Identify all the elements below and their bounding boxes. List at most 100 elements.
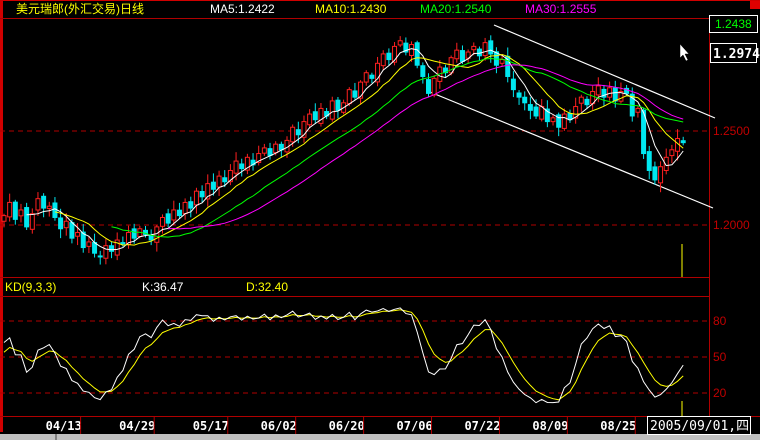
candle-up	[635, 107, 641, 113]
candle-down	[369, 74, 375, 79]
candle-down	[109, 245, 115, 252]
candle-down	[52, 202, 58, 218]
candle-up	[329, 100, 335, 120]
candle-up	[539, 106, 545, 120]
candle-down	[295, 129, 301, 136]
candle-down	[267, 148, 273, 156]
candle-up	[273, 143, 279, 154]
candle-down	[584, 98, 590, 106]
x-tick-label: 05/17	[193, 419, 229, 433]
candle-down	[567, 113, 573, 121]
candle-down	[165, 213, 171, 224]
candle-up	[46, 205, 52, 210]
candle-up	[35, 198, 41, 211]
candle-up	[18, 209, 24, 217]
candle-up	[397, 40, 403, 46]
chart-title: 美元瑞郎(外汇交易)日线	[16, 1, 144, 16]
candle-down	[120, 242, 126, 245]
candle-up	[193, 190, 199, 206]
candle-up	[75, 232, 81, 237]
candle-down	[12, 201, 18, 220]
x-tick-label: 04/13	[46, 419, 82, 433]
kd-tick-label: 20	[713, 386, 727, 400]
candle-down	[41, 195, 47, 209]
candle-up	[607, 87, 613, 98]
candle-down	[612, 87, 618, 102]
candle-down	[188, 201, 194, 209]
candle-up	[182, 201, 188, 215]
x-tick-label: 06/02	[261, 419, 297, 433]
candle-up	[63, 220, 69, 229]
candle-down	[210, 181, 216, 190]
x-tick-label: 08/09	[532, 419, 568, 433]
chart-canvas[interactable]: 美元瑞郎(外汇交易)日线 MA5:1.2422 MA10:1.2430 MA20…	[0, 0, 760, 440]
kd-tick-label: 50	[713, 350, 727, 364]
candle-down	[24, 207, 30, 228]
candle-down	[426, 79, 431, 94]
candle-down	[199, 191, 205, 198]
x-tick-label: 08/25	[600, 419, 636, 433]
kd-label: KD(9,3,3)	[5, 280, 56, 294]
y-tick-label: 1.2500	[713, 124, 750, 138]
candle-up	[561, 113, 567, 129]
candle-up	[103, 245, 109, 259]
candle-down	[488, 40, 494, 55]
y-tick-label: 1.2000	[713, 218, 750, 232]
candle-up	[669, 149, 675, 157]
candle-down	[510, 78, 516, 91]
x-axis: 04/13 04/29 05/17 06/02 06/20 07/06 07/22 08/09…	[46, 416, 636, 434]
cursor-price: 1.2974	[713, 47, 760, 62]
candle-up	[471, 45, 477, 51]
x-tick-label: 07/06	[397, 419, 433, 433]
candle-down	[131, 228, 137, 239]
candle-up	[409, 44, 415, 56]
bottom-strip-sep	[55, 434, 57, 440]
corner-marker-icon[interactable]	[750, 1, 760, 9]
candle-up	[499, 59, 505, 64]
cursor-date: 2005/09/01,四	[650, 419, 749, 434]
candle-up	[578, 96, 584, 104]
candle-up	[216, 175, 222, 188]
candle-down	[58, 217, 64, 230]
candle-up	[154, 226, 160, 243]
candle-up	[454, 49, 460, 60]
candle-up	[261, 147, 267, 154]
candle-down	[414, 42, 420, 66]
candle-up	[482, 42, 488, 57]
candle-up	[550, 117, 556, 123]
candle-up	[86, 241, 92, 247]
candle-up	[233, 160, 239, 174]
candle-down	[522, 96, 528, 104]
candle-down	[222, 177, 228, 183]
candle-down	[69, 222, 75, 239]
kd-tick-label: 80	[713, 314, 727, 328]
candle-down	[97, 255, 103, 258]
candle-up	[595, 85, 601, 96]
candle-down	[516, 92, 522, 98]
ma5-label: MA5:1.2422	[210, 2, 275, 16]
ma30-label: MA30:1.2555	[525, 2, 597, 16]
candle-up	[307, 113, 313, 126]
candle-down	[459, 50, 465, 62]
candle-down	[652, 166, 658, 181]
candle-up	[431, 77, 437, 96]
candle-down	[352, 90, 358, 98]
ma20-label: MA20:1.2540	[420, 2, 492, 16]
x-tick-label: 07/22	[464, 419, 500, 433]
candle-down	[680, 140, 686, 144]
candle-down	[176, 209, 182, 217]
candle-up	[380, 53, 386, 67]
candle-up	[1, 215, 7, 222]
d-value: D:32.40	[246, 280, 288, 294]
candle-down	[312, 111, 318, 121]
candle-down	[420, 65, 426, 77]
candle-up	[29, 213, 35, 230]
candle-up	[7, 201, 13, 218]
candle-down	[533, 106, 539, 117]
x-tick-label: 04/29	[119, 419, 155, 433]
candle-down	[527, 104, 533, 111]
x-tick-label: 06/20	[329, 419, 365, 433]
candle-up	[363, 72, 369, 83]
candle-up	[346, 89, 352, 105]
current-price: 1.2438	[715, 17, 752, 31]
